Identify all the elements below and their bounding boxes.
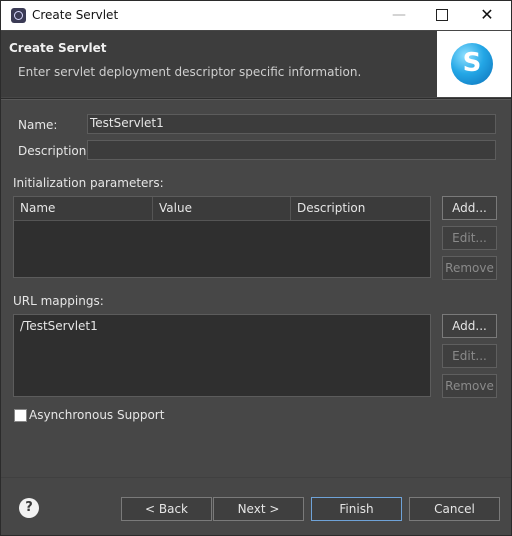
description-label: Description: — [18, 144, 91, 158]
async-support-checkbox[interactable] — [14, 409, 27, 422]
url-mappings-list[interactable]: /TestServlet1 — [13, 314, 431, 397]
url-mappings-label: URL mappings: — [13, 294, 104, 308]
eclipse-app-icon — [11, 8, 26, 23]
table-header: Name Value Description — [14, 197, 430, 221]
banner-divider-highlight — [1, 99, 511, 100]
url-mappings-remove-button[interactable]: Remove — [442, 374, 497, 398]
init-params-edit-button[interactable]: Edit... — [442, 226, 497, 250]
wizard-banner: Create Servlet Enter servlet deployment … — [1, 31, 511, 97]
name-field[interactable]: TestServlet1 — [87, 114, 496, 134]
back-button[interactable]: < Back — [121, 497, 212, 521]
servlet-logo-icon: S — [451, 43, 493, 85]
column-header-name[interactable]: Name — [14, 197, 153, 220]
description-field[interactable] — [87, 140, 496, 160]
list-item[interactable]: /TestServlet1 — [20, 319, 98, 333]
create-servlet-dialog: Create Servlet — ✕ Create Servlet Enter … — [0, 0, 512, 536]
footer-divider — [1, 477, 511, 478]
close-button[interactable]: ✕ — [467, 4, 507, 26]
init-params-label: Initialization parameters: — [13, 176, 164, 190]
init-params-table[interactable]: Name Value Description — [13, 196, 431, 278]
url-mappings-edit-button[interactable]: Edit... — [442, 344, 497, 368]
maximize-button[interactable] — [422, 4, 462, 26]
help-icon[interactable]: ? — [19, 498, 39, 518]
banner-title: Create Servlet — [9, 41, 107, 55]
banner-logo-area: S — [437, 31, 511, 97]
finish-button[interactable]: Finish — [311, 497, 402, 521]
maximize-icon — [436, 9, 448, 21]
url-mappings-add-button[interactable]: Add... — [442, 314, 497, 338]
next-button[interactable]: Next > — [213, 497, 304, 521]
name-label: Name: — [18, 118, 58, 132]
column-header-description[interactable]: Description — [291, 197, 430, 220]
minimize-button[interactable]: — — [379, 4, 419, 26]
window-title: Create Servlet — [32, 8, 119, 22]
async-support-label[interactable]: Asynchronous Support — [29, 408, 164, 422]
init-params-add-button[interactable]: Add... — [442, 196, 497, 220]
column-header-value[interactable]: Value — [153, 197, 291, 220]
init-params-remove-button[interactable]: Remove — [442, 256, 497, 280]
banner-subtitle: Enter servlet deployment descriptor spec… — [18, 65, 362, 79]
cancel-button[interactable]: Cancel — [409, 497, 500, 521]
title-bar: Create Servlet — ✕ — [1, 1, 511, 30]
